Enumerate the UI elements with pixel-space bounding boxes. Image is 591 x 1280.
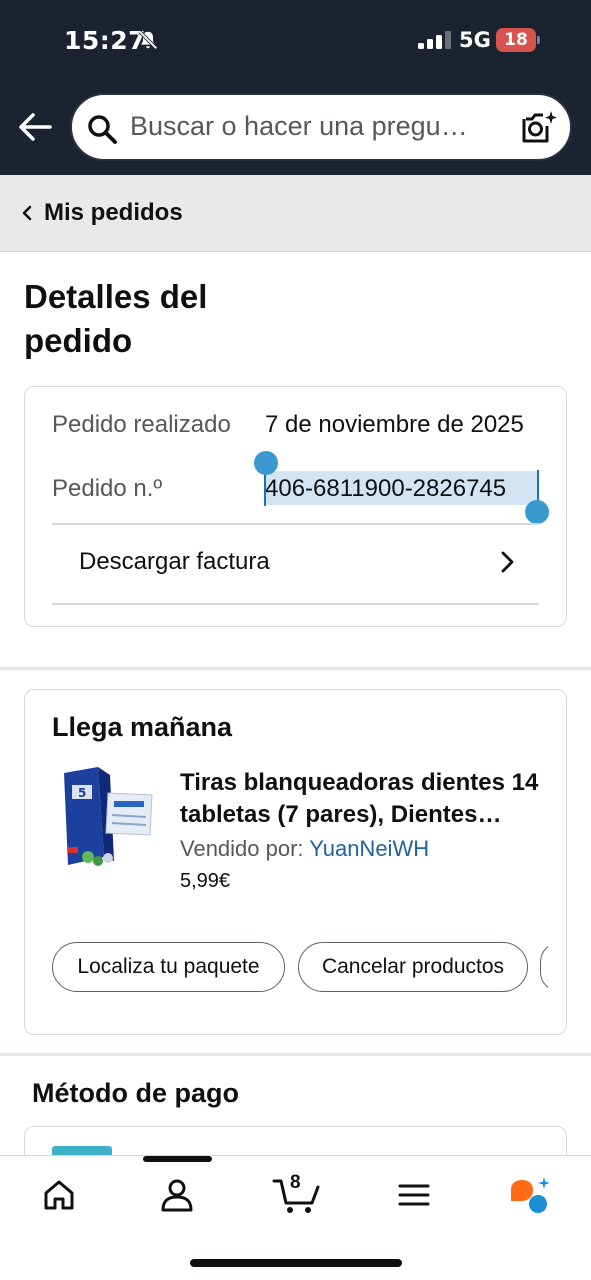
chevron-right-icon: [501, 551, 514, 573]
back-arrow-icon[interactable]: [16, 108, 54, 146]
selection-start-handle[interactable]: [264, 470, 266, 506]
track-package-button[interactable]: Localiza tu paquete: [52, 942, 285, 992]
signal-bars-icon: [418, 31, 451, 49]
svg-text:5: 5: [78, 786, 86, 800]
delivery-status-title: Llega mañana: [52, 712, 233, 742]
network-type: 5G: [459, 28, 491, 52]
selection-end-knob[interactable]: [525, 500, 549, 524]
nav-home[interactable]: [29, 1172, 89, 1218]
camera-sparkle-icon[interactable]: [520, 109, 558, 147]
search-input[interactable]: Buscar o hacer una pregu…: [70, 93, 572, 161]
cancel-items-button[interactable]: Cancelar productos: [298, 942, 528, 992]
seller-link[interactable]: YuanNeiWH: [309, 836, 429, 861]
bell-slash-icon: [138, 30, 158, 50]
search-icon: [88, 115, 117, 144]
breadcrumb-label[interactable]: Mis pedidos: [44, 199, 183, 227]
cart-count: 8: [290, 1172, 301, 1193]
divider: [52, 603, 539, 605]
search-placeholder: Buscar o hacer una pregu…: [130, 111, 468, 141]
download-invoice-row[interactable]: Descargar factura: [52, 524, 539, 602]
active-tab-indicator: [143, 1156, 212, 1162]
page-title: Detalles del pedido: [24, 278, 208, 359]
order-number-label: Pedido n.º: [52, 475, 163, 502]
product-title[interactable]: Tiras blanqueadoras dientes 14 tabletas …: [180, 767, 545, 831]
sold-by-label: Vendido por:: [180, 836, 310, 861]
section-separator: [0, 1053, 591, 1056]
battery-level: 18: [504, 30, 528, 50]
rufus-ai-icon: [511, 1177, 550, 1213]
payment-method-title: Método de pago: [32, 1078, 239, 1108]
breadcrumb[interactable]: Mis pedidos: [0, 175, 591, 252]
more-actions-button[interactable]: [540, 942, 548, 992]
account-icon: [161, 1179, 193, 1212]
order-placed-date: 7 de noviembre de 2025: [265, 411, 524, 438]
selection-start-knob[interactable]: [254, 451, 278, 475]
chevron-left-icon: [22, 205, 32, 221]
nav-menu[interactable]: [384, 1172, 444, 1218]
nav-account[interactable]: [147, 1172, 207, 1218]
status-time: 15:27: [64, 26, 147, 55]
order-number[interactable]: 406-6811900-2826745: [265, 473, 506, 505]
battery-icon: 18: [496, 28, 540, 52]
home-icon: [44, 1180, 74, 1210]
sold-by: Vendido por: YuanNeiWH: [180, 836, 429, 862]
top-bar: 15:27 5G 18 Buscar o hacer una pregu…: [0, 0, 591, 175]
product-image[interactable]: 5: [58, 765, 158, 869]
product-price: 5,99€: [180, 870, 231, 892]
section-separator: [0, 667, 591, 670]
order-placed-label: Pedido realizado: [52, 411, 231, 438]
download-invoice-label: Descargar factura: [79, 548, 270, 575]
menu-icon: [398, 1184, 430, 1206]
home-indicator: [190, 1259, 402, 1267]
nav-rufus[interactable]: [500, 1172, 560, 1218]
